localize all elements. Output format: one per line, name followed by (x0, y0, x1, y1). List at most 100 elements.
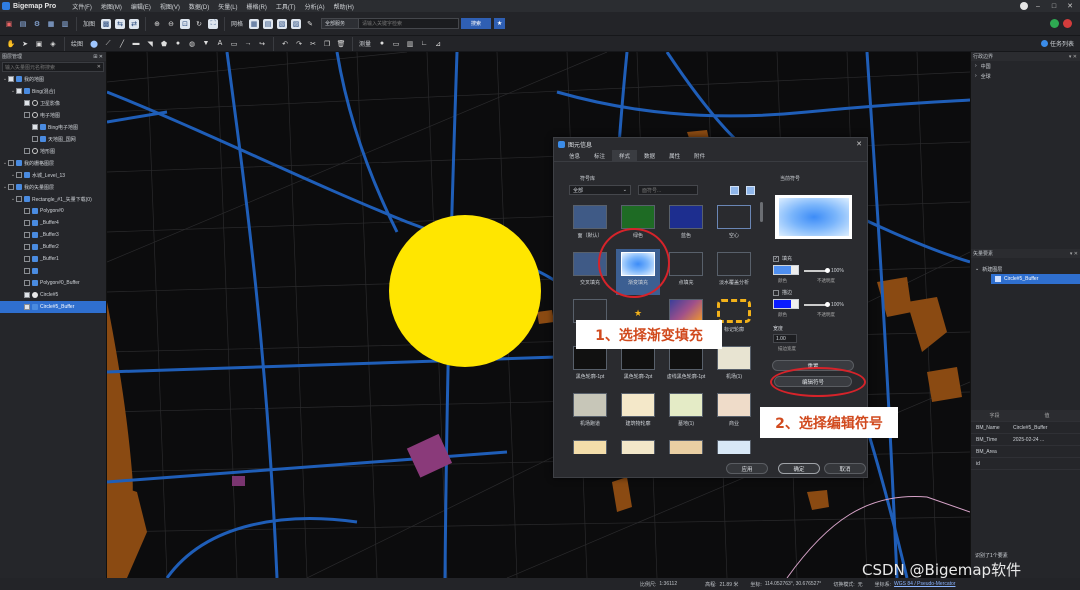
symbol-grid-scrollbar[interactable] (760, 202, 763, 222)
attr-value[interactable]: Circle#5_Buffer (1013, 425, 1080, 431)
attr-value[interactable]: 2025-02-24 ... (1013, 437, 1080, 443)
layer-visibility-checkbox[interactable] (16, 196, 22, 202)
fill-opacity-slider[interactable] (804, 268, 830, 273)
layer-search-input[interactable]: 输入矢量图元名称搜索 ✕ (2, 62, 104, 72)
symbol-cell[interactable]: 墓地(1) (664, 390, 708, 436)
layer-tree-item[interactable]: 天地图_国网 (0, 133, 106, 145)
menu-view[interactable]: 视图(V) (160, 2, 180, 11)
map-layer-icon[interactable]: ▩ (101, 18, 112, 29)
layer-tree-item[interactable]: ⌄ Rectangle_#1_矢量下载(0) (0, 193, 106, 205)
layer-tree-item[interactable]: Bing电子地图 (0, 121, 106, 133)
arrow-right-icon[interactable]: → (243, 39, 253, 49)
maximize-icon[interactable]: □ (1048, 3, 1060, 10)
label-icon[interactable]: ▭ (229, 39, 239, 49)
redo-icon[interactable]: ↷ (294, 39, 304, 49)
search-button[interactable]: 搜索 (461, 18, 492, 29)
image-icon[interactable]: ▨ (291, 18, 302, 29)
table-icon[interactable]: ▤ (263, 18, 274, 29)
layer-visibility-checkbox[interactable] (24, 112, 30, 118)
layer-tree-item[interactable]: ⌄ 我的栅格图层 (0, 157, 106, 169)
menu-vector[interactable]: 矢量(L) (218, 2, 237, 11)
rectangle-icon[interactable]: ▬ (131, 39, 141, 49)
measure-line-icon[interactable]: ▭ (391, 39, 401, 49)
layer-tree-item[interactable]: Circle#5 (0, 289, 106, 301)
crs-link[interactable]: WGS 84 / Pseudo-Mercator (894, 581, 955, 587)
layer-visibility-checkbox[interactable] (32, 136, 38, 142)
pin-icon[interactable]: ⊞ ✕ (93, 54, 103, 60)
symbol-cell[interactable]: 黑色轮廓-1pt (568, 343, 612, 389)
menu-raster[interactable]: 栅格(R) (247, 2, 267, 11)
export-icon[interactable]: ▥ (60, 19, 70, 29)
layer-visibility-checkbox[interactable] (24, 268, 30, 274)
layer-visibility-checkbox[interactable] (24, 100, 30, 106)
menu-tools[interactable]: 工具(T) (276, 2, 296, 11)
select-arrow-icon[interactable]: ➤ (20, 39, 30, 49)
measure-angle-icon[interactable]: ∟ (419, 39, 429, 49)
dialog-close-icon[interactable]: ✕ (856, 140, 862, 148)
symbol-cell[interactable]: 商业 (712, 390, 756, 436)
symbol-cell[interactable]: 建筑物轮廓 (616, 390, 660, 436)
menu-help[interactable]: 帮助(H) (334, 2, 354, 11)
search-input[interactable]: 请输入关键字检索 (359, 18, 460, 29)
search-scope-select[interactable]: 全部服务 (321, 18, 360, 29)
close-window-icon[interactable]: ✕ (1064, 2, 1076, 10)
user-avatar[interactable] (1020, 2, 1028, 10)
layer-tree-item[interactable]: _Buffer4 (0, 217, 106, 229)
triangle-icon[interactable]: ▼ (201, 39, 211, 49)
measure-height-icon[interactable]: ⊿ (433, 39, 443, 49)
circle-icon[interactable]: ● (173, 39, 183, 49)
symbol-cell[interactable]: 空心 (712, 202, 756, 248)
symbol-cell[interactable] (568, 437, 612, 454)
layer-tree-item[interactable]: Polygon#0_Buffer (0, 277, 106, 289)
delete-icon[interactable]: 🗑 (336, 39, 346, 49)
symbol-cell[interactable]: 点填充 (664, 249, 708, 295)
cut-icon[interactable]: ✂ (308, 39, 318, 49)
layer-tree-item[interactable]: ⌄ Bing(混合) (0, 85, 106, 97)
symbol-filter-select[interactable]: 全部 ⌄ (569, 185, 631, 195)
layer-visibility-checkbox[interactable] (8, 184, 14, 190)
arrow-shape-icon[interactable]: ◥ (145, 39, 155, 49)
layer-visibility-checkbox[interactable] (24, 220, 30, 226)
tab-label[interactable]: 标注 (587, 150, 612, 162)
measure-point-icon[interactable]: ● (377, 39, 387, 49)
brush-icon[interactable]: ✎ (305, 19, 315, 29)
task-list-button[interactable]: 任务列表 (1040, 39, 1074, 48)
width-input[interactable]: 1.00 (773, 334, 797, 343)
fullscreen-icon[interactable]: ⛶ (208, 18, 219, 29)
menu-map[interactable]: 地图(M) (101, 2, 122, 11)
layer-visibility-checkbox[interactable] (24, 148, 30, 154)
menu-analysis[interactable]: 分析(A) (305, 2, 325, 11)
ok-button[interactable]: 确定 (778, 463, 820, 474)
fill-option[interactable]: ✓ 填充 (773, 255, 792, 262)
layer-visibility-checkbox[interactable] (16, 88, 22, 94)
feature-layer-new[interactable]: ⌄ 新建图层 (971, 264, 1080, 274)
layer-visibility-checkbox[interactable] (8, 160, 14, 166)
line-icon[interactable]: ╱ (117, 39, 127, 49)
symbol-cell[interactable] (664, 437, 708, 454)
boundary-item-world[interactable]: › 全球 (971, 71, 1080, 81)
symbol-cell[interactable]: 机场跑道 (568, 390, 612, 436)
save-icon[interactable]: ▦ (46, 19, 56, 29)
tab-attachments[interactable]: 附件 (687, 150, 712, 162)
text-icon[interactable]: A (215, 39, 225, 49)
clear-search-icon[interactable]: ✕ (97, 64, 101, 70)
layer-tree-item[interactable]: ⌄ 我的矢量图层 (0, 181, 106, 193)
curve-arrow-icon[interactable]: ↪ (257, 39, 267, 49)
outline-checkbox[interactable] (773, 289, 779, 296)
list-view-icon[interactable] (746, 186, 755, 195)
measure-area-icon[interactable]: ▥ (405, 39, 415, 49)
symbol-cell[interactable]: 机场(1) (712, 343, 756, 389)
grid-view-icon[interactable] (730, 186, 739, 195)
tab-info[interactable]: 信息 (562, 150, 587, 162)
rotate-icon[interactable]: ↻ (194, 19, 204, 29)
layer-tree-item[interactable]: 卫星影像 (0, 97, 106, 109)
circle-5-buffer-feature[interactable] (389, 215, 541, 367)
symbol-cell[interactable] (712, 437, 756, 454)
fill-checkbox[interactable]: ✓ (773, 255, 779, 262)
outline-option[interactable]: 描边 (773, 289, 792, 296)
symbol-cell[interactable] (616, 437, 660, 454)
menu-edit[interactable]: 编辑(E) (131, 2, 151, 11)
add-map-label[interactable]: 加图 (83, 19, 95, 28)
settings-icon[interactable]: ⚙ (32, 19, 42, 29)
grid-label[interactable]: 网格 (231, 19, 243, 28)
